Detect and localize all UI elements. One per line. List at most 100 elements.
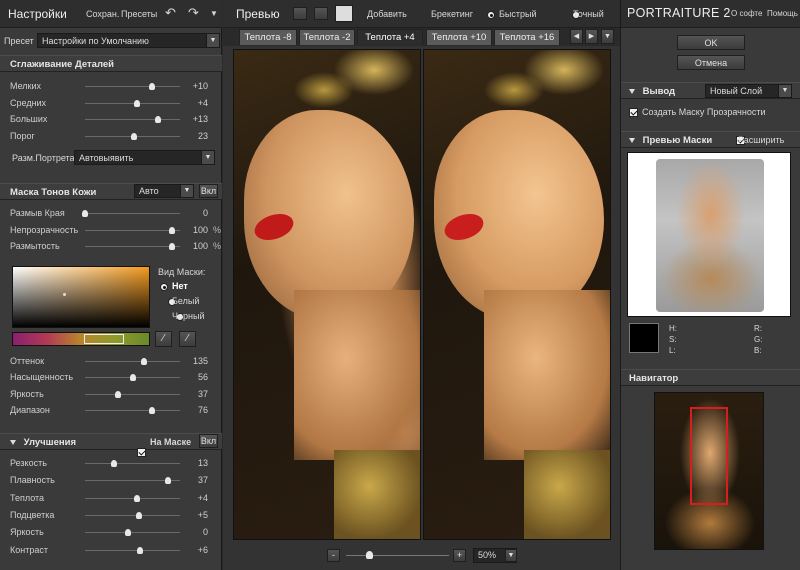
color-picker-field[interactable] <box>12 266 150 328</box>
bracketing-button[interactable]: Брекетинг <box>431 9 473 19</box>
cancel-button[interactable]: Отмена <box>677 55 745 70</box>
tone-slider-knob[interactable] <box>149 406 156 414</box>
tab-preview-variant[interactable]: Теплота -2 <box>299 29 355 45</box>
on-mask-checkbox[interactable] <box>137 448 146 458</box>
enhancement-slider-knob[interactable] <box>136 511 143 519</box>
presets-button[interactable]: Пресеты <box>121 9 157 19</box>
tab-preview-variant[interactable]: Теплота -8 <box>239 29 297 45</box>
tone-slider-knob[interactable] <box>140 358 147 365</box>
zoom-in-button[interactable]: + <box>453 549 466 562</box>
preset-select[interactable]: Настройки по Умолчанию ▼ <box>37 33 220 48</box>
hue-strip[interactable] <box>12 332 150 346</box>
enhancement-slider-track[interactable] <box>85 511 180 519</box>
skin-mask-mode-select[interactable]: Авто ▼ <box>134 184 194 198</box>
portrait-size-select[interactable]: Автовыявить ▼ <box>74 150 215 165</box>
enhancement-slider-knob[interactable] <box>110 460 117 467</box>
skin-mask-slider-track[interactable] <box>85 226 180 234</box>
split-vertical-icon[interactable] <box>335 5 353 22</box>
split-horizontal-icon[interactable] <box>314 7 328 20</box>
enhancement-slider-value[interactable]: 37 <box>182 475 208 485</box>
skin-mask-slider-track[interactable] <box>82 210 180 217</box>
enhancement-slider-track[interactable] <box>85 494 180 502</box>
add-button[interactable]: Добавить <box>367 9 407 19</box>
tone-slider-track[interactable] <box>85 358 180 365</box>
output-select[interactable]: Новый Слой ▼ <box>705 84 792 98</box>
detail-slider-knob[interactable] <box>134 99 141 107</box>
fast-radio[interactable] <box>487 10 495 19</box>
enhancement-slider-knob[interactable] <box>124 529 131 537</box>
collapse-icon[interactable] <box>629 137 635 143</box>
enhancement-slider-value[interactable]: +6 <box>182 545 208 555</box>
tone-slider-knob[interactable] <box>115 390 122 398</box>
enhancement-slider-track[interactable] <box>85 546 180 554</box>
eyedropper-icon[interactable]: ⁄ <box>155 331 172 347</box>
tone-slider-value[interactable]: 76 <box>182 405 208 415</box>
tab-preview-variant[interactable]: Теплота +4 <box>357 29 423 45</box>
collapse-icon[interactable] <box>10 439 16 445</box>
skin-mask-slider-value[interactable]: 0 <box>182 208 208 218</box>
enhancement-slider-knob[interactable] <box>164 477 171 485</box>
detail-slider-knob[interactable] <box>131 132 138 140</box>
enhancement-slider-track[interactable] <box>85 477 180 485</box>
redo-icon[interactable]: ↷ <box>188 5 199 21</box>
tone-slider-track[interactable] <box>85 406 180 414</box>
enhancement-slider-value[interactable]: +5 <box>182 510 208 520</box>
detail-slider-knob[interactable] <box>155 116 162 123</box>
zoom-slider-knob[interactable] <box>366 551 373 559</box>
navigator-image[interactable] <box>654 392 764 550</box>
detail-slider-track[interactable] <box>85 99 180 107</box>
tone-slider-track[interactable] <box>85 374 180 382</box>
about-button[interactable]: О софте <box>731 9 762 18</box>
eyedropper-minus-icon[interactable]: ⁄ <box>179 331 196 347</box>
menu-dropdown-icon[interactable]: ▼ <box>210 9 218 18</box>
tone-slider-value[interactable]: 56 <box>182 372 208 382</box>
navigator-viewport-box[interactable] <box>690 407 728 505</box>
tone-slider-value[interactable]: 135 <box>182 356 208 366</box>
enhancement-slider-value[interactable]: 0 <box>182 527 208 537</box>
tone-slider-track[interactable] <box>85 390 180 398</box>
preview-before-image[interactable] <box>233 49 421 540</box>
skin-mask-slider-knob[interactable] <box>169 243 176 250</box>
tab-preview-variant[interactable]: Теплота +10 <box>426 29 492 45</box>
skin-mask-slider-track[interactable] <box>85 243 180 250</box>
enhancement-slider-value[interactable]: 13 <box>182 458 208 468</box>
preview-after-image[interactable] <box>423 49 611 540</box>
detail-slider-value[interactable]: +4 <box>182 98 208 108</box>
enhancement-slider-knob[interactable] <box>137 546 144 554</box>
skin-mask-slider-value[interactable]: 100 <box>182 241 208 251</box>
skin-mask-slider-value[interactable]: 100 <box>182 225 208 235</box>
enhancement-slider-track[interactable] <box>85 460 180 467</box>
ok-button[interactable]: OK <box>677 35 745 50</box>
skin-mask-slider-knob[interactable] <box>169 226 176 234</box>
detail-slider-value[interactable]: 23 <box>182 131 208 141</box>
zoom-out-button[interactable]: - <box>327 549 340 562</box>
color-picker-marker[interactable] <box>63 293 66 296</box>
zoom-dropdown-icon[interactable]: ▼ <box>505 549 517 562</box>
detail-slider-track[interactable] <box>85 132 180 140</box>
skin-mask-slider-knob[interactable] <box>82 210 88 217</box>
help-button[interactable]: Помощь <box>767 9 798 18</box>
tab-preview-variant[interactable]: Теплота +16 <box>494 29 560 45</box>
detail-slider-value[interactable]: +10 <box>182 81 208 91</box>
mask-view-radio[interactable] <box>160 282 168 291</box>
tone-slider-knob[interactable] <box>129 374 136 382</box>
tab-scroll-left-icon[interactable]: ◀ <box>570 29 583 44</box>
tab-scroll-right-icon[interactable]: ▶ <box>585 29 598 44</box>
enhancements-toggle-button[interactable]: Вкл <box>199 434 218 448</box>
skin-mask-toggle-button[interactable]: Вкл <box>199 184 218 198</box>
zoom-slider-track[interactable] <box>346 551 449 559</box>
detail-slider-knob[interactable] <box>148 83 155 90</box>
detail-slider-value[interactable]: +13 <box>182 114 208 124</box>
save-button[interactable]: Сохран. <box>86 9 119 19</box>
tab-menu-icon[interactable]: ▼ <box>601 29 614 44</box>
collapse-icon[interactable] <box>629 88 635 94</box>
enhancement-slider-knob[interactable] <box>134 494 141 502</box>
detail-slider-track[interactable] <box>85 83 180 90</box>
enhancement-slider-value[interactable]: +4 <box>182 493 208 503</box>
enhancement-slider-track[interactable] <box>85 529 180 537</box>
tone-slider-value[interactable]: 37 <box>182 389 208 399</box>
undo-icon[interactable]: ↶ <box>165 5 176 21</box>
hue-range-box[interactable] <box>84 334 124 344</box>
create-mask-checkbox[interactable] <box>629 108 638 118</box>
detail-slider-track[interactable] <box>85 116 180 123</box>
